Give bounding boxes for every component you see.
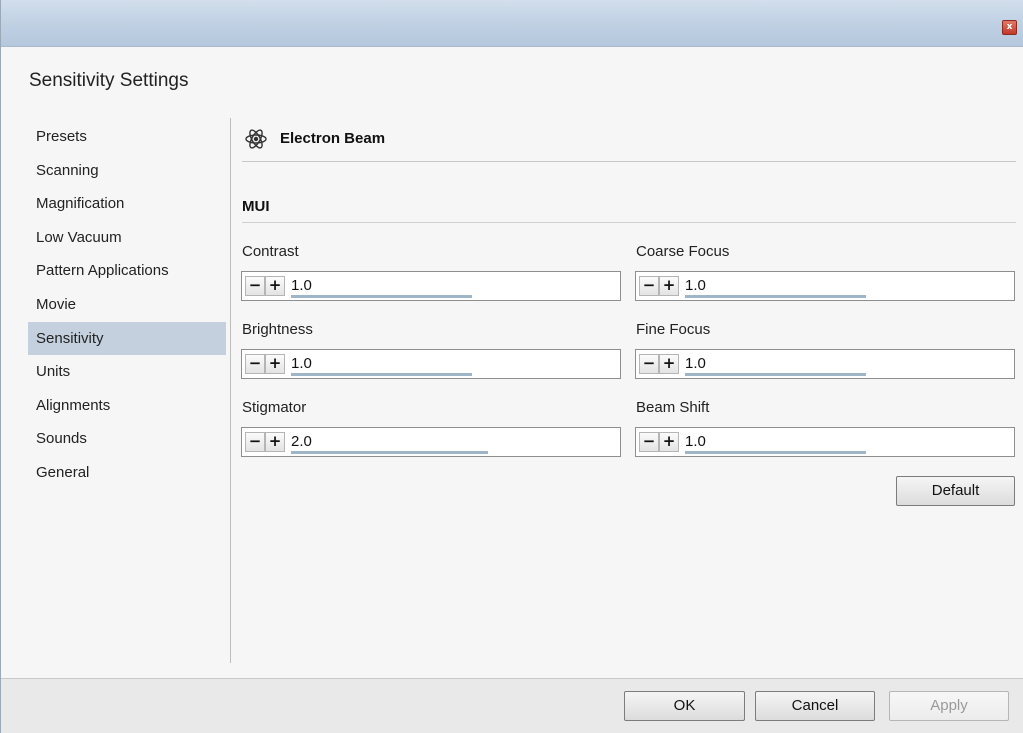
contrast-decrement-button[interactable]: − — [245, 276, 265, 296]
sidebar-item-units[interactable]: Units — [28, 355, 226, 389]
beam-shift-increment-button[interactable]: + — [659, 432, 679, 452]
coarse-focus-value[interactable]: 1.0 — [685, 277, 706, 294]
stigmator-decrement-button[interactable]: − — [245, 432, 265, 452]
sidebar-item-general[interactable]: General — [28, 456, 226, 490]
coarse-focus-label: Coarse Focus — [636, 243, 730, 260]
coarse-focus-decrement-button[interactable]: − — [639, 276, 659, 296]
fine-focus-field: − + 1.0 — [635, 349, 1015, 379]
fine-focus-increment-button[interactable]: + — [659, 354, 679, 374]
brightness-decrement-button[interactable]: − — [245, 354, 265, 374]
stigmator-label: Stigmator — [242, 399, 307, 416]
stigmator-field: − + 2.0 — [241, 427, 621, 457]
default-button[interactable]: Default — [896, 476, 1015, 506]
beam-shift-label: Beam Shift — [636, 399, 710, 416]
fine-focus-slider-bar[interactable] — [685, 373, 866, 376]
beam-shift-field: − + 1.0 — [635, 427, 1015, 457]
mui-group-header: MUI — [242, 192, 1016, 223]
sidebar-item-magnification[interactable]: Magnification — [28, 187, 226, 221]
electron-beam-header: Electron Beam — [242, 124, 1016, 162]
contrast-label: Contrast — [242, 243, 299, 260]
sidebar-divider — [230, 118, 231, 663]
dialog-title: Sensitivity Settings — [29, 70, 189, 91]
sidebar-item-sounds[interactable]: Sounds — [28, 422, 226, 456]
beam-shift-value[interactable]: 1.0 — [685, 433, 706, 450]
sidebar-item-presets[interactable]: Presets — [28, 120, 226, 154]
contrast-increment-button[interactable]: + — [265, 276, 285, 296]
title-bar: x — [1, 0, 1023, 47]
dialog-footer: OK Cancel Apply — [1, 678, 1023, 733]
coarse-focus-slider-bar[interactable] — [685, 295, 866, 298]
group-title: MUI — [242, 198, 270, 215]
sidebar-item-pattern-applications[interactable]: Pattern Applications — [28, 254, 226, 288]
contrast-value[interactable]: 1.0 — [291, 277, 312, 294]
fine-focus-value[interactable]: 1.0 — [685, 355, 706, 372]
sensitivity-settings-window: x Sensitivity Settings Presets Scanning … — [0, 0, 1023, 733]
stigmator-slider-bar[interactable] — [291, 451, 488, 454]
fine-focus-decrement-button[interactable]: − — [639, 354, 659, 374]
stigmator-increment-button[interactable]: + — [265, 432, 285, 452]
apply-button[interactable]: Apply — [889, 691, 1009, 721]
coarse-focus-increment-button[interactable]: + — [659, 276, 679, 296]
contrast-field: − + 1.0 — [241, 271, 621, 301]
brightness-increment-button[interactable]: + — [265, 354, 285, 374]
section-title: Electron Beam — [280, 130, 386, 147]
cancel-button[interactable]: Cancel — [755, 691, 875, 721]
sidebar-item-movie[interactable]: Movie — [28, 288, 226, 322]
sidebar-item-low-vacuum[interactable]: Low Vacuum — [28, 221, 226, 255]
beam-shift-slider-bar[interactable] — [685, 451, 866, 454]
sidebar-item-sensitivity[interactable]: Sensitivity — [28, 321, 226, 356]
settings-sidebar: Presets Scanning Magnification Low Vacuu… — [28, 120, 226, 490]
fine-focus-label: Fine Focus — [636, 321, 711, 338]
sidebar-item-alignments[interactable]: Alignments — [28, 389, 226, 423]
beam-shift-decrement-button[interactable]: − — [639, 432, 659, 452]
stigmator-value[interactable]: 2.0 — [291, 433, 312, 450]
sidebar-item-scanning[interactable]: Scanning — [28, 154, 226, 188]
ok-button[interactable]: OK — [624, 691, 745, 721]
brightness-slider-bar[interactable] — [291, 373, 472, 376]
atom-icon — [245, 129, 267, 149]
brightness-value[interactable]: 1.0 — [291, 355, 312, 372]
brightness-field: − + 1.0 — [241, 349, 621, 379]
contrast-slider-bar[interactable] — [291, 295, 472, 298]
coarse-focus-field: − + 1.0 — [635, 271, 1015, 301]
close-icon[interactable]: x — [1002, 20, 1017, 35]
brightness-label: Brightness — [242, 321, 313, 338]
